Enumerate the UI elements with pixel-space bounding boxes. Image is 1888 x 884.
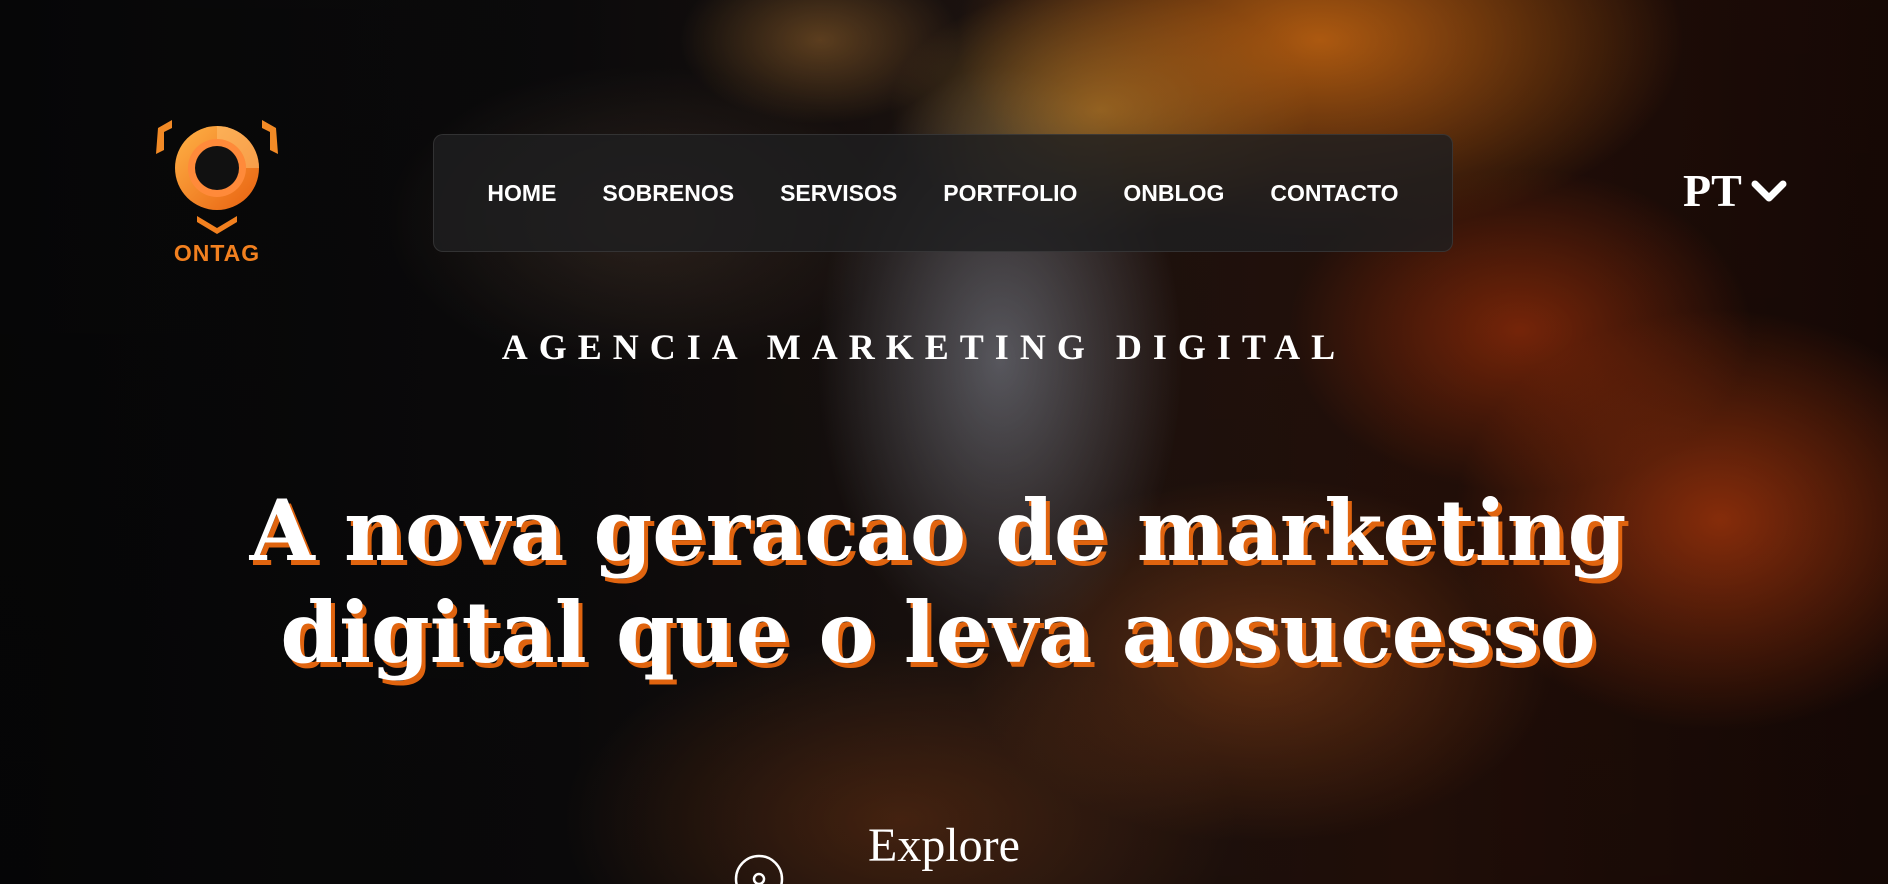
nav-item-services[interactable]: SERVISOS xyxy=(757,180,920,207)
hero-headline-line-2: digital que o leva aosucesso xyxy=(280,583,1596,682)
chevron-down-icon xyxy=(1751,180,1787,202)
nav-item-portfolio[interactable]: PORTFOLIO xyxy=(920,180,1100,207)
brand-logo[interactable]: ONTAG xyxy=(150,118,284,268)
main-navigation: HOME SOBRENOS SERVISOS PORTFOLIO ONBLOG … xyxy=(433,134,1453,252)
ontag-logo-icon xyxy=(156,120,278,234)
nav-item-contact[interactable]: CONTACTO xyxy=(1247,180,1421,207)
hero-kicker: AGENCIA MARKETING DIGITAL xyxy=(501,327,1347,367)
hero-section: ONTAG HOME SOBRENOS SERVISOS PORTFOLIO O… xyxy=(0,0,1888,884)
language-selector[interactable]: PT xyxy=(1683,168,1788,214)
nav-item-blog[interactable]: ONBLOG xyxy=(1100,180,1247,207)
explore-link[interactable]: Explore xyxy=(0,818,1888,873)
language-label: PT xyxy=(1683,165,1742,216)
nav-item-about[interactable]: SOBRENOS xyxy=(579,180,757,207)
brand-name: ONTAG xyxy=(173,240,261,266)
scroll-down-icon[interactable] xyxy=(734,854,784,884)
nav-item-home[interactable]: HOME xyxy=(464,180,579,207)
hero-headline: A nova geracao de marketing digital que … xyxy=(0,480,1882,684)
hero-headline-line-1: A nova geracao de marketing xyxy=(249,481,1627,580)
